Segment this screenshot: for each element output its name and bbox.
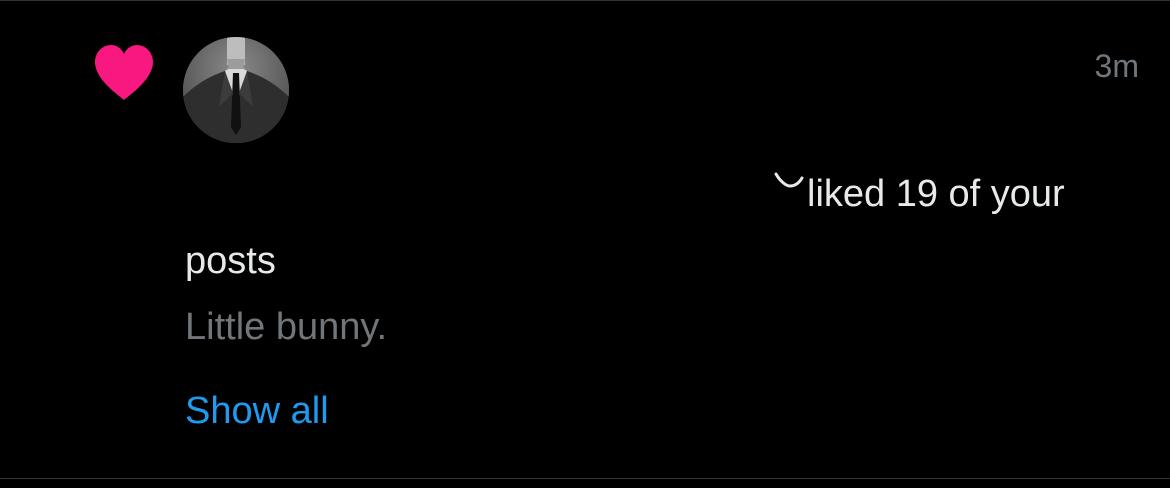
divider-top [0, 0, 1170, 1]
show-all-link[interactable]: Show all [185, 390, 329, 433]
heart-icon [95, 45, 153, 100]
notification-action-text-cont: posts [185, 240, 276, 282]
notification-action-text: liked 19 of your [807, 173, 1065, 215]
post-preview: Little bunny. [185, 306, 388, 348]
swoosh-icon [774, 172, 804, 188]
divider-bottom [0, 478, 1170, 479]
timestamp: 3m [1094, 48, 1139, 84]
notification-item[interactable]: 3m liked 19 of your posts Little bunny. … [0, 0, 1170, 488]
avatar[interactable] [183, 37, 289, 143]
